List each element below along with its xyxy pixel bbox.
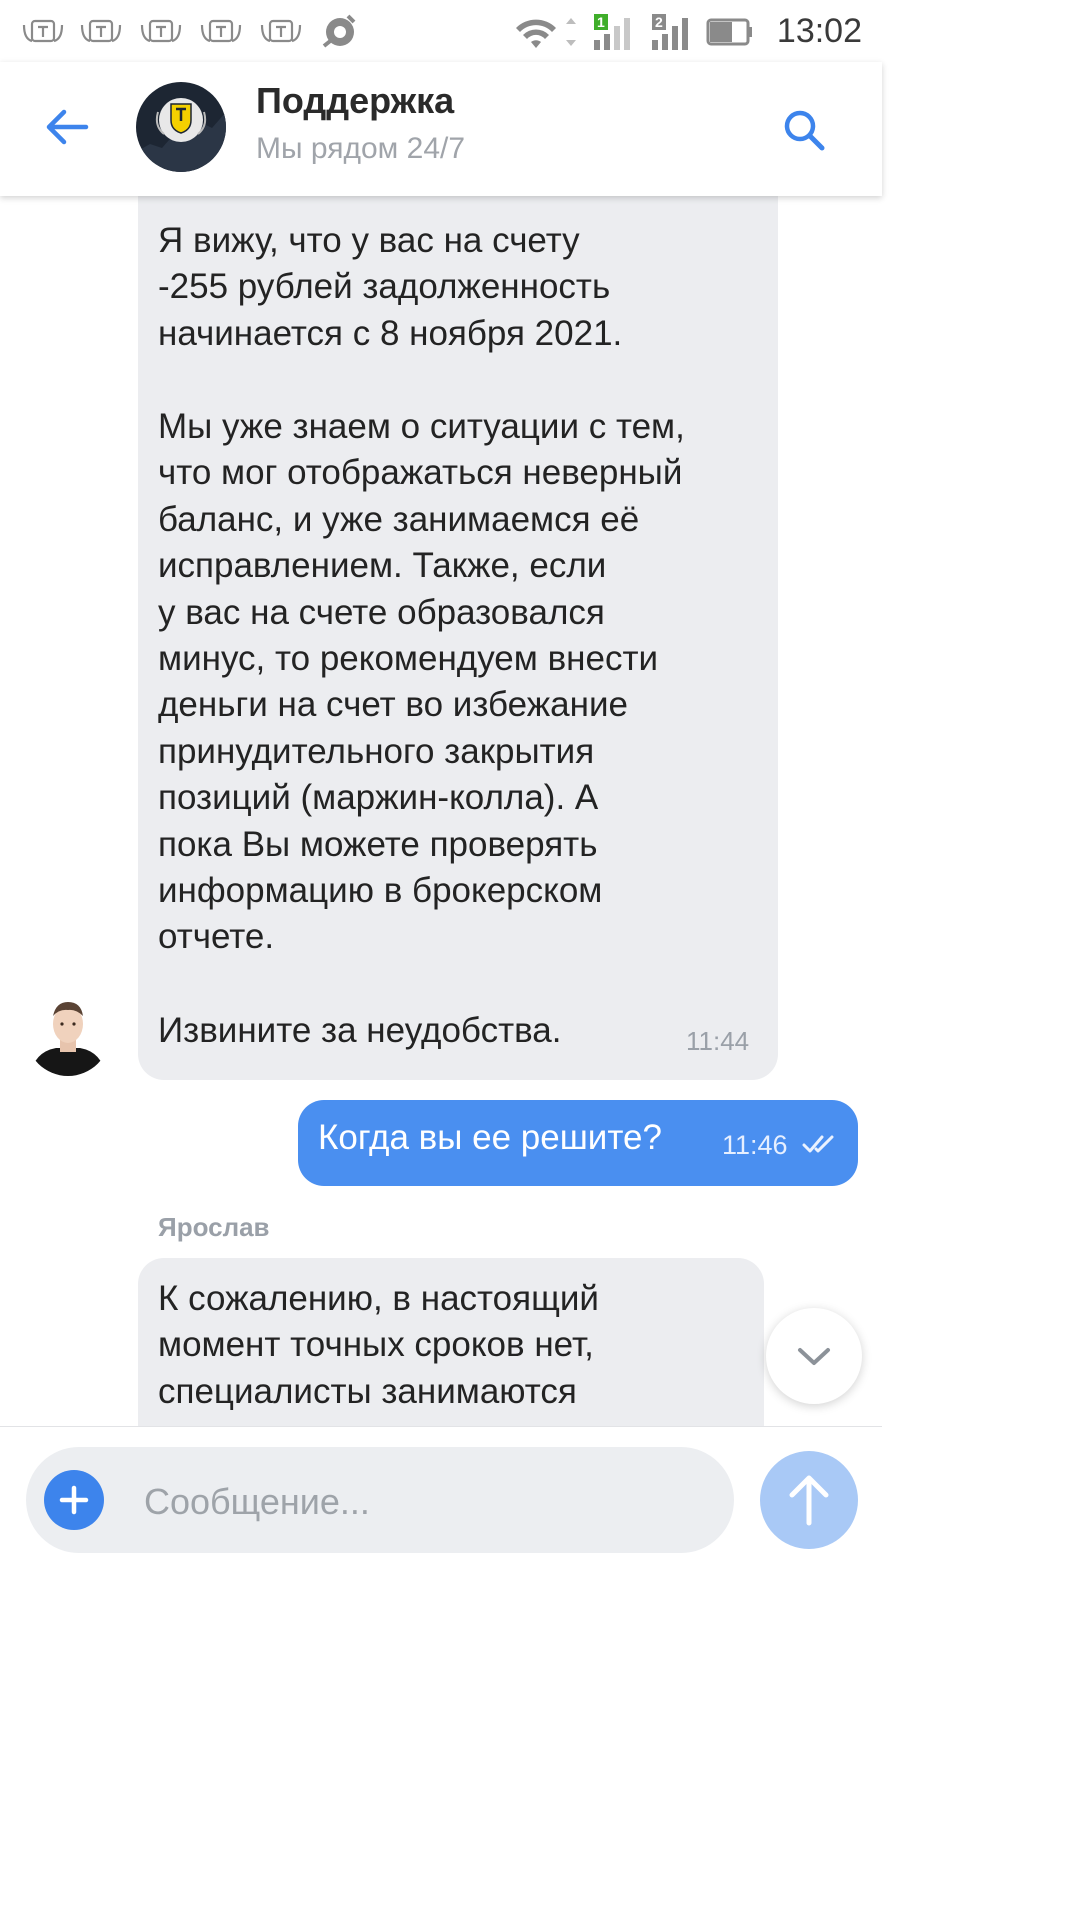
tinkoff-icon [80,19,122,43]
search-button[interactable] [780,106,828,154]
scroll-to-bottom-button[interactable] [766,1308,862,1404]
message-text: К сожалению, в настоящий момент точных с… [158,1279,599,1411]
attach-button[interactable] [44,1470,104,1530]
chat-title: Поддержка [256,80,455,121]
tinkoff-icon [200,19,242,43]
plus-icon [59,1485,89,1515]
outgoing-message[interactable]: Когда вы ее решите? 11:46 [298,1100,858,1186]
chat-header: Поддержка Мы рядом 24/7 [0,62,882,196]
status-bar: 1 2 13:02 [0,0,882,62]
incoming-message[interactable]: Я вижу, что у вас на счету -255 рублей з… [138,196,778,1080]
message-paragraph: Я вижу, что у вас на счету -255 рублей з… [158,221,623,353]
message-time: 11:44 [686,1026,750,1056]
tinkoff-icon [260,19,302,43]
wifi-icon [516,18,576,48]
message-paragraph: Извините за неудобства. [158,1011,562,1050]
svg-text:1: 1 [597,14,605,30]
back-button[interactable] [38,102,98,152]
signal-sim2-icon: 2 [652,14,688,50]
svg-text:2: 2 [655,14,663,30]
search-icon [784,110,825,151]
arrow-left-icon [46,109,89,145]
incoming-message[interactable]: К сожалению, в настоящий момент точных с… [138,1258,764,1426]
message-list[interactable]: Я вижу, что у вас на счету -255 рублей з… [0,196,882,1426]
status-time: 13:02 [776,12,862,50]
sender-name: Ярослав [158,1212,270,1242]
battery-icon [706,18,752,46]
tinkoff-icon [140,19,182,43]
avast-icon [322,14,356,48]
double-check-icon [802,1135,834,1153]
message-input-container [26,1447,734,1553]
message-input[interactable] [142,1473,706,1531]
tinkoff-logo-avatar [136,82,226,172]
chevron-down-icon [798,1348,830,1365]
arrow-up-icon [789,1475,829,1526]
chat-subtitle: Мы рядом 24/7 [256,132,466,165]
message-paragraph: Мы уже знаем о ситуации с тем, что мог о… [158,407,685,957]
message-time: 11:46 [722,1130,788,1160]
message-text: Когда вы ее решите? [318,1118,662,1157]
system-icons: 1 2 [516,14,752,50]
signal-sim1-icon: 1 [594,14,630,50]
notification-icons [22,14,356,48]
tinkoff-icon [22,19,64,43]
message-composer [0,1426,882,1569]
send-button[interactable] [760,1451,858,1549]
agent-avatar[interactable] [26,992,110,1076]
